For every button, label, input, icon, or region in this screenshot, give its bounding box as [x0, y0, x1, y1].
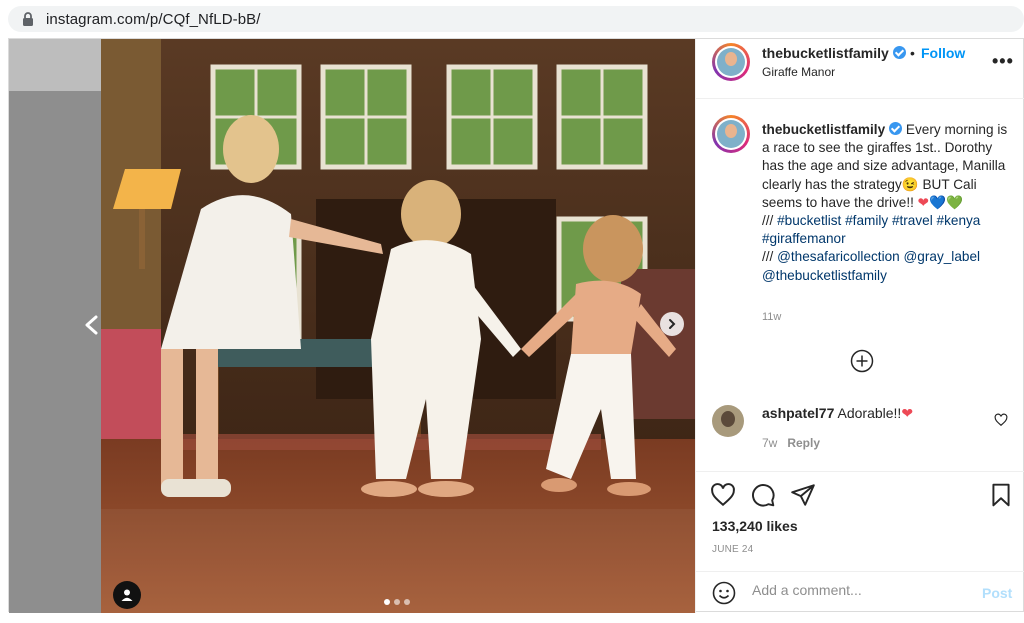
comment-text: Adorable!! [837, 405, 902, 421]
more-options-icon[interactable]: ••• [992, 51, 1014, 72]
share-paper-plane-icon[interactable] [790, 482, 816, 508]
comment-like-heart-icon[interactable] [994, 413, 1008, 427]
separator-dot: • [910, 45, 915, 61]
emoji-picker-icon[interactable] [712, 581, 736, 605]
slide-dot [384, 599, 390, 605]
location-link[interactable]: Giraffe Manor [762, 65, 835, 79]
wink-emoji: 😉 [901, 176, 919, 192]
comment: ashpatel77 Adorable!!❤ [762, 405, 913, 422]
slide-dot [404, 599, 410, 605]
load-more-comments-icon[interactable] [850, 349, 874, 373]
media-left-backdrop-top [9, 39, 101, 91]
comment-username[interactable]: ashpatel77 [762, 405, 834, 421]
author-avatar[interactable] [712, 43, 750, 81]
follow-button[interactable]: Follow [921, 45, 965, 61]
previous-slide-icon[interactable] [81, 314, 103, 336]
chevron-right-icon [669, 319, 676, 329]
tagged-users-button[interactable] [113, 581, 141, 609]
post-caption: thebucketlistfamily Every morning is a r… [762, 121, 1012, 285]
likes-count[interactable]: 133,240 likes [712, 518, 798, 534]
comment-bubble-icon[interactable] [750, 482, 776, 508]
slide-indicator [384, 599, 410, 605]
author-username[interactable]: thebucketlistfamily [762, 45, 906, 61]
address-bar[interactable]: instagram.com/p/CQf_NfLD-bB/ [8, 6, 1024, 32]
post-comment-button[interactable]: Post [982, 585, 1012, 601]
save-bookmark-icon[interactable] [988, 482, 1014, 508]
mentions-prefix: /// [762, 249, 778, 265]
comment-meta: 7w Reply [762, 436, 820, 450]
post-date: JUNE 24 [712, 544, 754, 555]
commenter-avatar[interactable] [712, 405, 744, 437]
post-photo[interactable] [101, 39, 695, 613]
caption-avatar[interactable] [712, 115, 750, 153]
next-slide-button[interactable] [660, 312, 684, 336]
slide-dot [394, 599, 400, 605]
post-header: thebucketlistfamily • Follow Giraffe Man… [696, 39, 1024, 99]
tags-prefix: /// [762, 213, 778, 229]
post-card: thebucketlistfamily • Follow Giraffe Man… [8, 38, 1024, 613]
caption-timestamp: 11w [762, 311, 782, 323]
caption-username[interactable]: thebucketlistfamily [762, 122, 885, 137]
comment-timestamp: 7w [762, 436, 778, 450]
verified-badge-icon [889, 122, 903, 135]
heart-emoji: ❤ [901, 405, 914, 421]
url-text: instagram.com/p/CQf_NfLD-bB/ [46, 10, 261, 28]
reply-button[interactable]: Reply [787, 436, 820, 450]
user-icon [121, 589, 133, 601]
photo-illustration [101, 39, 695, 613]
post-sidebar: thebucketlistfamily • Follow Giraffe Man… [695, 39, 1024, 613]
hashtags[interactable]: #bucketlist #family #travel #kenya #gira… [762, 213, 980, 246]
hearts-emoji: ❤💙💚 [917, 194, 963, 210]
mentions[interactable]: @thesafaricollection @gray_label @thebuc… [762, 249, 980, 282]
lock-icon [23, 12, 33, 26]
like-heart-icon[interactable] [710, 482, 736, 508]
comment-composer: Post [696, 571, 1024, 613]
comment-input[interactable] [752, 582, 952, 598]
verified-badge-icon [892, 46, 906, 59]
action-bar: 133,240 likes JUNE 24 [696, 471, 1024, 571]
